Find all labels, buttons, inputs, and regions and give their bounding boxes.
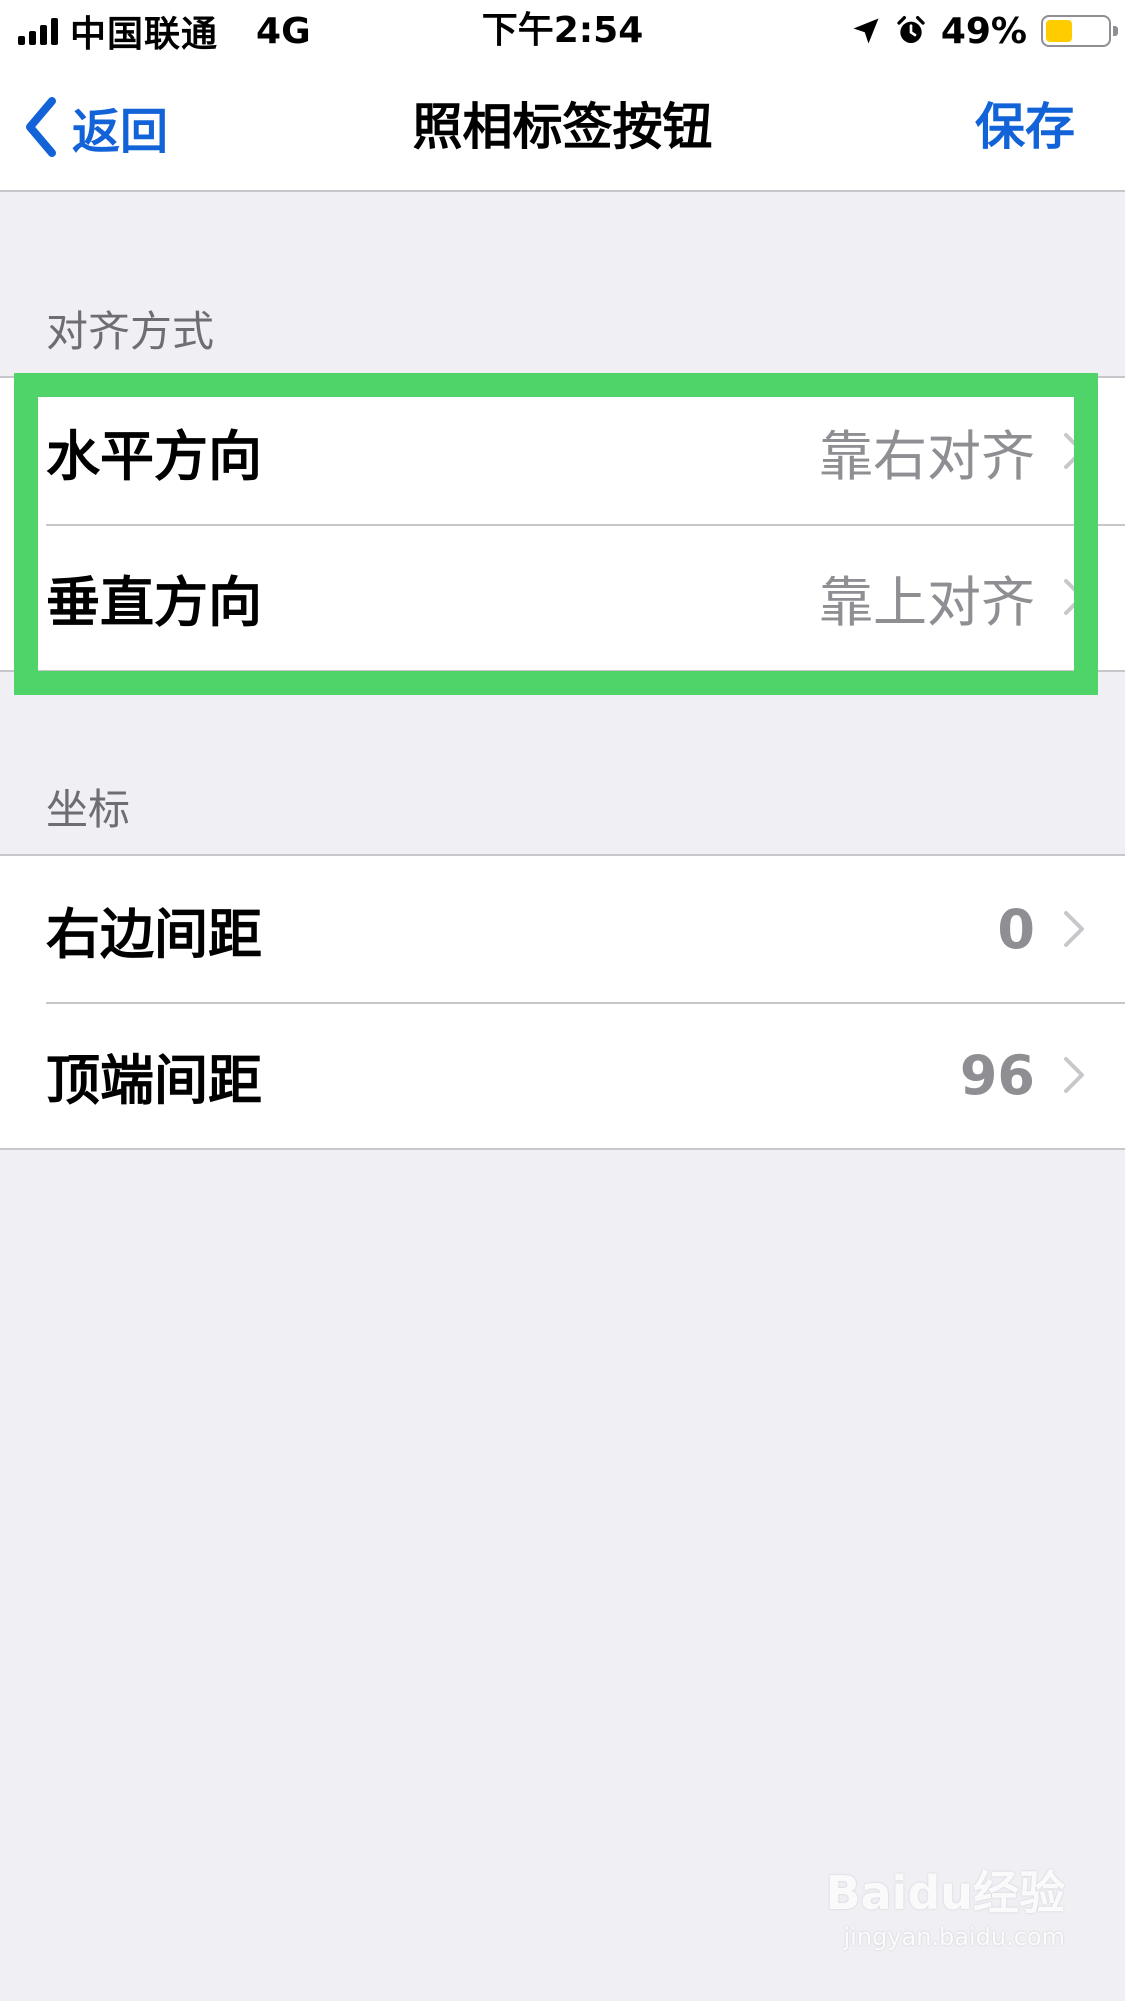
row-value: 0 [997,897,1035,961]
save-button[interactable]: 保存 [975,92,1075,162]
battery-percent: 49% [940,10,1027,52]
chevron-right-icon [1064,579,1084,615]
row-label: 右边间距 [46,902,262,966]
coordinates-group: 右边间距 0 顶端间距 96 [0,854,1125,1150]
chevron-right-icon [1064,1057,1084,1093]
battery-fill [1046,20,1073,42]
row-value: 靠右对齐 [819,424,1035,488]
section-header-coordinates: 坐标 [46,785,131,834]
watermark-sub: jingyan.baidu.com [843,1923,1065,1951]
status-right: 49% [851,8,1118,54]
row-value: 96 [959,1043,1035,1107]
row-horizontal-alignment[interactable]: 水平方向 靠右对齐 [0,378,1125,524]
location-arrow-icon [853,18,879,44]
watermark-main: Baidu经验 [825,1866,1065,1920]
watermark: Baidu经验 jingyan.baidu.com [825,1857,1065,1951]
section-header-alignment: 对齐方式 [46,307,215,356]
row-value: 靠上对齐 [819,570,1035,634]
settings-screen: 中国联通 4G 下午2:54 49% 返回 照相标签按钮 保存 对齐方式 水平方… [0,0,1125,2001]
alignment-group: 水平方向 靠右对齐 垂直方向 靠上对齐 [0,376,1125,672]
chevron-right-icon [1064,911,1084,947]
page-title: 照相标签按钮 [412,98,713,156]
navigation-bar: 返回 照相标签按钮 保存 [0,62,1125,192]
battery-icon [1041,15,1118,47]
row-vertical-alignment[interactable]: 垂直方向 靠上对齐 [0,524,1125,670]
status-bar: 中国联通 4G 下午2:54 49% [0,0,1125,62]
row-label: 顶端间距 [46,1048,262,1112]
alarm-icon [897,16,925,43]
row-right-margin[interactable]: 右边间距 0 [0,856,1125,1002]
row-label: 水平方向 [46,424,262,488]
row-label: 垂直方向 [46,570,262,634]
chevron-right-icon [1064,433,1084,469]
row-top-margin[interactable]: 顶端间距 96 [0,1002,1125,1148]
